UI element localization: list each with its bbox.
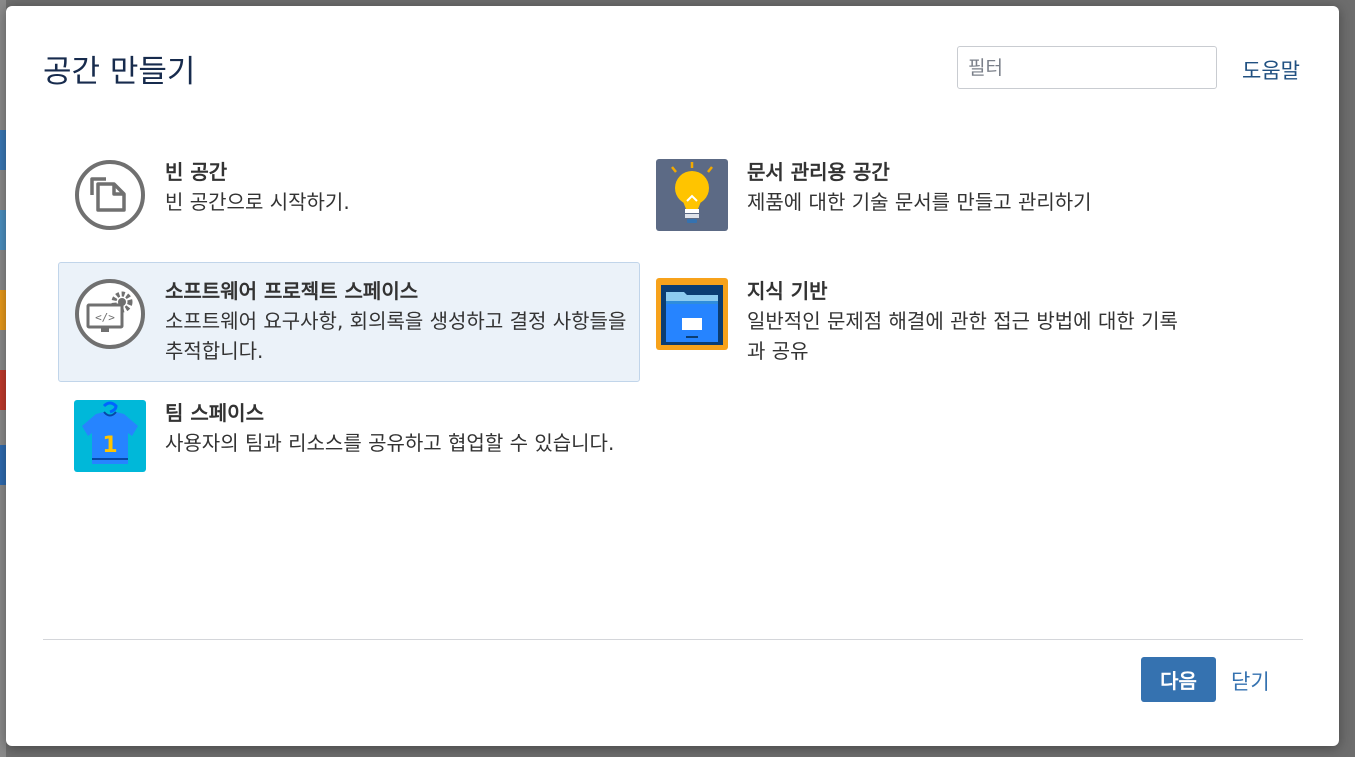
dialog-title: 공간 만들기 [43,54,196,90]
blueprint-name: 문서 관리용 공간 [747,160,890,184]
file-cabinet-icon [656,278,728,350]
blueprint-knowledge-base[interactable]: 지식 기반 일반적인 문제점 해결에 관한 접근 방법에 대한 기록과 공유 [640,262,1222,382]
footer-divider [43,639,1303,640]
blueprint-name: 소프트웨어 프로젝트 스페이스 [165,279,419,303]
blueprint-name: 빈 공간 [165,160,228,184]
close-link[interactable]: 닫기 [1231,666,1270,696]
blueprint-name: 지식 기반 [747,279,828,303]
help-link[interactable]: 도움말 [1242,55,1300,85]
create-space-dialog: 공간 만들기 도움말 빈 공간 빈 공간으로 시작하기. [6,6,1339,746]
svg-text:</>: </> [95,311,115,324]
lightbulb-icon [656,159,728,231]
blueprint-name: 팀 스페이스 [165,401,264,425]
blank-page-icon [75,160,145,230]
svg-text:1: 1 [102,433,117,458]
team-jersey-icon: 1 [74,400,146,472]
blueprint-documentation-space[interactable]: 문서 관리용 공간 제품에 대한 기술 문서를 만들고 관리하기 [640,143,1222,243]
blueprint-software-project-space[interactable]: </> 소프트웨어 프로젝트 스페이스 소프트웨어 요구사항, 회의록을 생성하… [58,262,640,382]
blueprint-description: 빈 공간으로 시작하기. [165,190,350,214]
blueprint-description: 제품에 대한 기술 문서를 만들고 관리하기 [747,190,1092,214]
software-code-gear-icon: </> [75,279,145,349]
blueprint-team-space[interactable]: 1 팀 스페이스 사용자의 팀과 리소스를 공유하고 협업할 수 있습니다. [58,384,640,504]
blueprint-description: 일반적인 문제점 해결에 관한 접근 방법에 대한 기록과 공유 [747,309,1178,363]
blueprint-description: 사용자의 팀과 리소스를 공유하고 협업할 수 있습니다. [165,431,615,455]
filter-input[interactable] [957,46,1217,89]
next-button[interactable]: 다음 [1141,657,1216,702]
blueprint-description: 소프트웨어 요구사항, 회의록을 생성하고 결정 사항들을 추적합니다. [165,309,627,363]
blueprint-blank-space[interactable]: 빈 공간 빈 공간으로 시작하기. [58,143,640,243]
